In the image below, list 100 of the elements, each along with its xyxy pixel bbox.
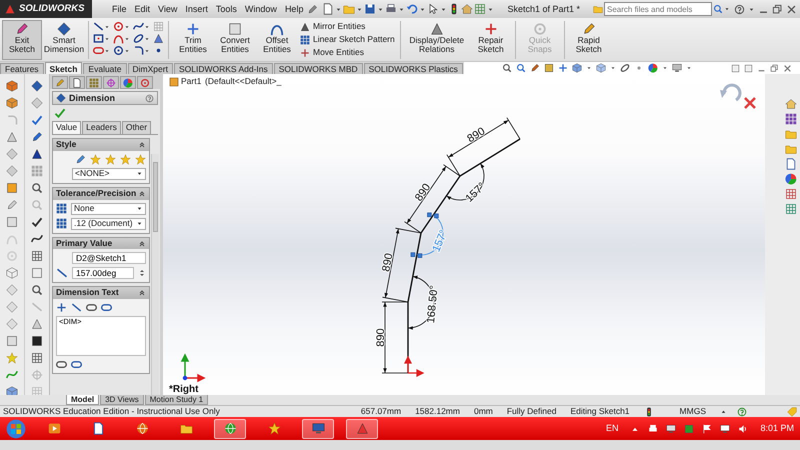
dots-icon[interactable] <box>785 113 797 125</box>
slot-icon[interactable] <box>93 45 104 56</box>
close-icon[interactable] <box>783 64 792 72</box>
menu-item[interactable]: Tools <box>212 4 241 14</box>
caret-icon[interactable] <box>398 6 406 12</box>
tab[interactable]: Evaluate <box>83 63 127 74</box>
monitor-icon[interactable] <box>666 424 676 434</box>
zoom-icon[interactable] <box>31 182 43 194</box>
caret-icon[interactable] <box>586 65 592 71</box>
color-wheel-icon[interactable] <box>648 63 658 73</box>
tab[interactable]: Model <box>66 395 100 405</box>
star-icon[interactable] <box>6 352 18 364</box>
tab[interactable]: 3D Views <box>100 395 144 405</box>
toolbar-button[interactable]: Move Entities <box>299 46 396 59</box>
dots-icon[interactable] <box>89 78 99 88</box>
tab[interactable]: Value <box>52 121 82 134</box>
tab[interactable]: Sketch <box>44 62 82 74</box>
toolbar-button[interactable]: Exit Sketch <box>2 20 42 60</box>
tab[interactable]: SOLIDWORKS Add-Ins <box>174 63 273 74</box>
dimension-line[interactable] <box>382 228 422 302</box>
grid-icon[interactable] <box>31 250 43 262</box>
pencil-icon[interactable] <box>6 199 18 211</box>
spline-icon[interactable] <box>133 21 144 32</box>
star-icon[interactable] <box>105 154 116 165</box>
tab[interactable]: Motion Study 1 <box>144 395 208 405</box>
toolbar-button[interactable]: Trim Entities <box>173 20 213 60</box>
square-icon[interactable] <box>31 335 43 347</box>
text-field[interactable]: D2@Sketch1 <box>72 252 146 264</box>
dots-icon[interactable] <box>31 165 43 177</box>
flag-icon[interactable] <box>702 424 712 434</box>
spline-icon[interactable] <box>31 233 43 245</box>
star-icon[interactable] <box>135 154 146 165</box>
toolbar-button[interactable]: Linear Sketch Pattern <box>299 33 396 46</box>
ellipse-icon[interactable] <box>620 63 630 73</box>
caret-icon[interactable] <box>377 6 384 12</box>
line-icon[interactable] <box>93 21 104 32</box>
toolbar-button[interactable]: Smart Dimension <box>44 20 84 60</box>
cross-icon[interactable] <box>56 302 67 314</box>
zoom-icon[interactable] <box>516 63 526 73</box>
restore-icon[interactable] <box>772 4 783 14</box>
triangle-icon[interactable] <box>153 33 164 44</box>
line-icon[interactable] <box>71 302 82 314</box>
check-icon[interactable] <box>31 114 43 126</box>
caret-icon[interactable] <box>356 6 364 12</box>
fillet-icon[interactable] <box>133 45 144 56</box>
grid-icon[interactable] <box>785 203 797 215</box>
caret-icon[interactable] <box>686 65 692 71</box>
folder-icon[interactable] <box>180 422 192 435</box>
caret-icon[interactable] <box>662 65 668 71</box>
dimension-value[interactable]: 890 <box>465 125 488 146</box>
color-wheel-icon[interactable] <box>123 78 133 88</box>
dimension-arc[interactable] <box>446 163 484 200</box>
circle-icon[interactable] <box>113 45 124 56</box>
tab[interactable]: DimXpert <box>128 63 173 74</box>
monitor-icon[interactable] <box>720 424 730 434</box>
triangle-icon[interactable] <box>6 131 18 143</box>
cube-icon[interactable] <box>596 63 606 73</box>
check-icon[interactable] <box>31 216 43 228</box>
circle-icon[interactable] <box>113 21 124 32</box>
globe-icon[interactable] <box>136 422 148 435</box>
ok-icon[interactable] <box>54 107 66 120</box>
star-icon[interactable] <box>120 154 131 165</box>
caret-icon[interactable] <box>440 6 448 12</box>
folder-icon[interactable] <box>785 128 797 140</box>
cube-icon[interactable] <box>6 267 18 279</box>
dimension-line[interactable] <box>446 117 520 176</box>
monitor-icon[interactable] <box>672 63 682 73</box>
slot-icon[interactable] <box>86 302 97 314</box>
document-icon[interactable] <box>72 78 82 88</box>
color-wheel-icon[interactable] <box>785 173 797 185</box>
menu-item[interactable]: Insert <box>181 4 212 14</box>
save-icon[interactable] <box>364 3 376 15</box>
search-field[interactable]: Search files and models <box>604 2 712 16</box>
dropdown[interactable]: .12 (Document) <box>71 218 146 230</box>
text-field[interactable]: 157.00deg <box>72 267 134 280</box>
tab[interactable]: Features <box>0 63 44 74</box>
close-icon[interactable] <box>744 96 756 110</box>
dimension-value[interactable]: 890 <box>374 328 387 347</box>
tab[interactable]: SOLIDWORKS Plastics <box>364 63 463 74</box>
new-document-icon[interactable] <box>322 3 334 15</box>
house-icon[interactable] <box>461 3 474 15</box>
slot-icon[interactable] <box>101 302 112 314</box>
pencil-icon[interactable] <box>55 78 65 88</box>
speaker-icon[interactable] <box>738 424 748 434</box>
printer-icon[interactable] <box>648 424 658 434</box>
menu-item[interactable]: View <box>154 4 182 14</box>
tree-item-name[interactable]: Part1 <box>181 76 202 86</box>
collapse-icon[interactable] <box>138 140 146 149</box>
dropdown[interactable]: None <box>71 202 146 215</box>
menu-item[interactable]: File <box>108 4 131 14</box>
grid-icon[interactable] <box>31 352 43 364</box>
caret-icon[interactable] <box>335 6 342 12</box>
toolbar-button[interactable]: Mirror Entities <box>299 20 396 33</box>
spinner-icon[interactable] <box>138 269 146 278</box>
caret-icon[interactable] <box>487 6 494 12</box>
triangle-icon[interactable] <box>31 148 43 160</box>
menu-item[interactable]: Help <box>280 4 308 14</box>
menu-item[interactable]: Edit <box>130 4 154 14</box>
collapse-icon[interactable] <box>138 240 146 248</box>
grid-icon[interactable] <box>785 188 797 200</box>
